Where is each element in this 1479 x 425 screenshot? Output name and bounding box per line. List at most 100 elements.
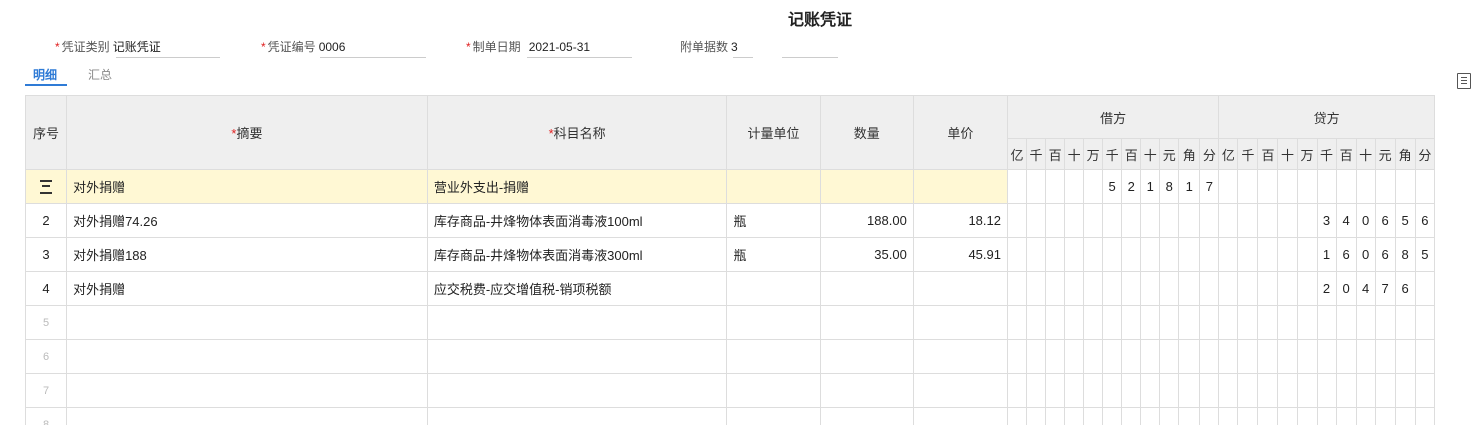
debit-digit-cell[interactable] [1121,203,1142,238]
debit-digit-cell[interactable]: 1 [1140,169,1161,204]
credit-digit-cell[interactable]: 5 [1414,237,1435,272]
credit-digit-cell[interactable] [1218,237,1239,272]
debit-digit-cell[interactable] [1121,339,1142,374]
debit-digit-cell[interactable] [1159,373,1180,408]
debit-digit-cell[interactable] [1159,339,1180,374]
credit-digit-cell[interactable] [1218,169,1239,204]
credit-digit-cell[interactable] [1237,373,1259,408]
credit-digit-cell[interactable]: 4 [1355,271,1376,306]
credit-digit-cell[interactable] [1237,339,1259,374]
credit-digit-cell[interactable]: 3 [1316,203,1337,238]
credit-digit-cell[interactable]: 0 [1355,237,1376,272]
row-unit[interactable] [726,407,821,425]
row-unit[interactable]: 瓶 [726,237,821,272]
debit-digit-cell[interactable]: 2 [1121,169,1142,204]
credit-digit-cell[interactable] [1394,407,1416,425]
credit-digit-cell[interactable] [1414,271,1435,306]
credit-digit-cell[interactable] [1296,203,1318,238]
credit-digit-cell[interactable] [1394,373,1416,408]
debit-digit-cell[interactable] [1064,203,1085,238]
row-account[interactable]: 应交税费-应交增值税-销项税额 [426,271,728,306]
debit-digit-cell[interactable] [1045,339,1066,374]
row-price[interactable] [912,407,1009,425]
credit-digit-cell[interactable]: 0 [1355,203,1376,238]
row-price[interactable] [912,305,1009,340]
row-unit[interactable] [726,169,821,204]
debit-digit-cell[interactable] [1140,339,1161,374]
row-qty[interactable] [819,271,914,306]
debit-digit-cell[interactable] [1026,407,1047,425]
credit-digit-cell[interactable] [1257,237,1279,272]
row-qty[interactable] [819,339,914,374]
credit-digit-cell[interactable] [1296,237,1318,272]
date-value[interactable]: 2021-05-31 [529,40,590,54]
debit-digit-cell[interactable] [1045,373,1066,408]
debit-digit-cell[interactable] [1045,237,1066,272]
credit-digit-cell[interactable] [1257,169,1279,204]
row-summary[interactable] [66,339,428,374]
debit-digit-cell[interactable] [1199,203,1220,238]
debit-digit-cell[interactable] [1083,407,1104,425]
debit-digit-cell[interactable] [1006,169,1028,204]
credit-digit-cell[interactable] [1277,339,1298,374]
debit-digit-cell[interactable] [1083,237,1104,272]
credit-digit-cell[interactable] [1257,373,1279,408]
row-price[interactable] [912,373,1009,408]
voucher-row[interactable]: 4 对外捐赠 应交税费-应交增值税-销项税额 2 0 4 7 6 [25,271,1435,306]
credit-digit-cell[interactable]: 6 [1394,271,1416,306]
row-unit[interactable] [726,305,821,340]
credit-digit-cell[interactable] [1335,305,1357,340]
credit-digit-cell[interactable] [1237,407,1259,425]
credit-digit-cell[interactable] [1296,407,1318,425]
debit-digit-cell[interactable] [1083,271,1104,306]
debit-digit-cell[interactable] [1159,203,1180,238]
credit-digit-cell[interactable] [1316,339,1337,374]
credit-digit-cell[interactable] [1316,373,1337,408]
row-summary[interactable]: 对外捐赠 [66,169,428,204]
debit-digit-cell[interactable] [1159,305,1180,340]
credit-digit-cell[interactable]: 8 [1394,237,1416,272]
row-account[interactable] [426,407,728,425]
debit-digit-cell[interactable] [1064,373,1085,408]
debit-digit-cell[interactable] [1064,271,1085,306]
debit-digit-cell[interactable] [1026,169,1047,204]
debit-digit-cell[interactable] [1121,271,1142,306]
row-summary[interactable]: 对外捐赠 [66,271,428,306]
credit-digit-cell[interactable] [1277,169,1298,204]
credit-digit-cell[interactable] [1414,407,1435,425]
debit-digit-cell[interactable] [1140,407,1161,425]
debit-digit-cell[interactable] [1083,305,1104,340]
row-price[interactable] [912,271,1009,306]
debit-digit-cell[interactable]: 8 [1159,169,1180,204]
row-account[interactable]: 营业外支出-捐赠 [426,169,728,204]
debit-digit-cell[interactable] [1045,305,1066,340]
debit-digit-cell[interactable] [1178,373,1201,408]
credit-digit-cell[interactable]: 5 [1394,203,1416,238]
debit-digit-cell[interactable] [1064,407,1085,425]
row-qty[interactable] [819,373,914,408]
row-unit[interactable]: 瓶 [726,203,821,238]
credit-digit-cell[interactable]: 0 [1335,271,1357,306]
row-summary[interactable] [66,373,428,408]
row-account[interactable] [426,305,728,340]
debit-digit-cell[interactable] [1026,339,1047,374]
debit-digit-cell[interactable] [1140,305,1161,340]
debit-digit-cell[interactable] [1178,339,1201,374]
debit-digit-cell[interactable] [1102,407,1123,425]
credit-digit-cell[interactable] [1218,407,1239,425]
credit-digit-cell[interactable] [1237,305,1259,340]
debit-digit-cell[interactable] [1159,271,1180,306]
credit-digit-cell[interactable] [1296,271,1318,306]
credit-digit-cell[interactable] [1218,305,1239,340]
debit-digit-cell[interactable] [1199,237,1220,272]
debit-digit-cell[interactable] [1045,407,1066,425]
voucher-type-value[interactable]: 记账凭证 [113,40,161,54]
credit-digit-cell[interactable] [1296,339,1318,374]
debit-digit-cell[interactable] [1102,339,1123,374]
credit-digit-cell[interactable] [1296,169,1318,204]
row-account[interactable]: 库存商品-井烽物体表面消毒液100ml [426,203,728,238]
tab-summary[interactable]: 汇总 [88,66,112,83]
row-unit[interactable] [726,271,821,306]
row-account[interactable] [426,339,728,374]
credit-digit-cell[interactable] [1237,169,1259,204]
